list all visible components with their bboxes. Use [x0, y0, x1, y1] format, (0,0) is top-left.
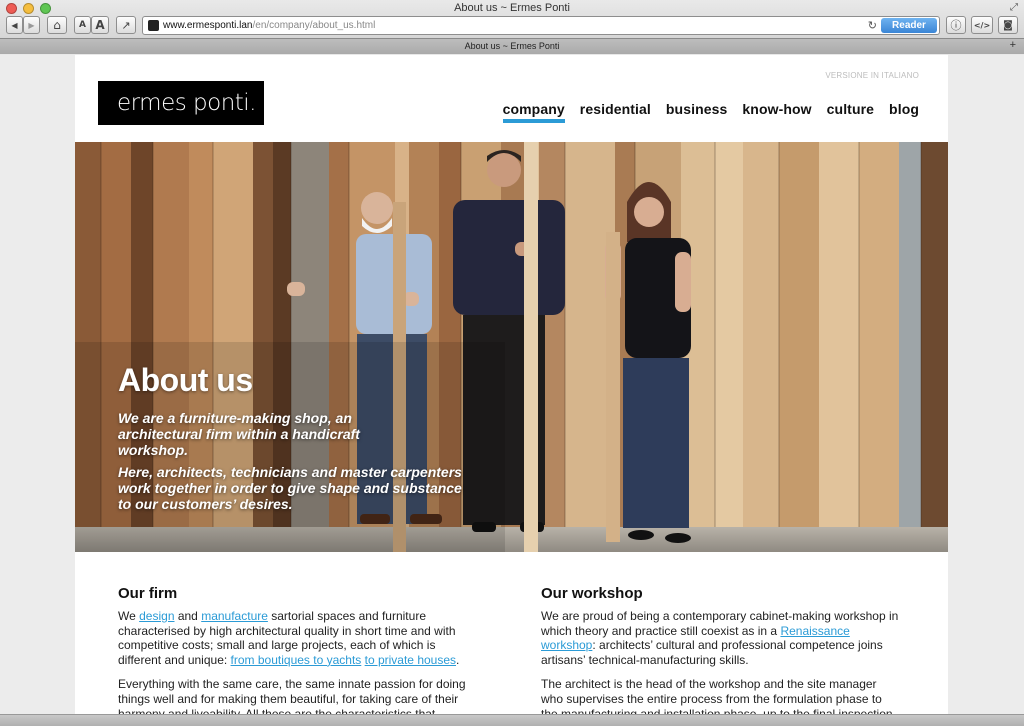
reload-icon[interactable]: ↻ [868, 19, 877, 32]
hero-description-text: Here, architects, technicians and master… [118, 464, 462, 512]
language-switch-link[interactable]: VERSIONE IN ITALIANO [825, 71, 919, 80]
browser-viewport: ermes ponti. VERSIONE IN ITALIANO compan… [0, 55, 1024, 714]
tab-active[interactable]: About us ~ Ermes Ponti [0, 41, 1024, 51]
nav-item-business[interactable]: business [666, 101, 728, 123]
window-title: About us ~ Ermes Ponti [454, 2, 570, 14]
address-bar[interactable]: www.ermesponti.lan /en/company/about_us.… [142, 16, 940, 35]
hero-title: About us [118, 362, 253, 398]
forward-button[interactable]: ▶ [23, 16, 40, 34]
window-bottom-edge [0, 714, 1024, 726]
text-bigger-icon: A [95, 18, 105, 32]
hero-intro-text: We are a furniture-making shop, an archi… [118, 410, 360, 458]
our-firm-paragraph-2: Everything with the same care, the same … [118, 677, 466, 714]
text-fragment: : architects’ cultural and professional … [541, 638, 883, 667]
nav-item-culture[interactable]: culture [827, 101, 874, 123]
design-link[interactable]: design [139, 609, 174, 623]
manufacture-link[interactable]: manufacture [201, 609, 268, 623]
home-button[interactable]: ⌂ [47, 16, 67, 34]
reader-button[interactable]: Reader [881, 18, 937, 33]
info-icon: ⓘ [950, 19, 962, 32]
nav-item-company[interactable]: company [502, 101, 565, 123]
main-nav: company residential business know-how cu… [502, 101, 919, 123]
site-logo[interactable]: ermes ponti. [98, 81, 264, 125]
web-inspector-button[interactable]: </> [971, 16, 993, 34]
section-heading-our-firm: Our firm [118, 585, 178, 602]
screenshot-button[interactable]: ◙ [998, 16, 1018, 34]
section-heading-our-workshop: Our workshop [541, 585, 643, 602]
our-firm-paragraph-1: We design and manufacture sartorial spac… [118, 609, 478, 667]
share-icon: ↗ [121, 18, 131, 32]
browser-chrome: About us ~ Ermes Ponti ⤢ ◀ ▶ ⌂ A A ↗ www… [0, 0, 1024, 54]
section-our-workshop: Our workshop We are proud of being a con… [541, 585, 901, 714]
url-path: /en/company/about_us.html [252, 20, 376, 31]
our-workshop-paragraph-2: The architect is the head of the worksho… [541, 677, 893, 714]
text-smaller-button[interactable]: A [74, 16, 91, 34]
text-bigger-button[interactable]: A [91, 16, 109, 34]
text-smaller-icon: A [79, 20, 86, 30]
back-icon: ◀ [11, 20, 18, 30]
code-icon: </> [973, 20, 991, 30]
private-houses-link[interactable]: to private houses [365, 653, 456, 667]
new-tab-icon[interactable]: + [1010, 39, 1016, 51]
text-fragment: and [174, 609, 202, 623]
home-icon: ⌂ [53, 18, 61, 32]
section-our-firm: Our firm We design and manufacture sarto… [118, 585, 478, 714]
tab-bar: About us ~ Ermes Ponti + [0, 38, 1024, 54]
our-workshop-paragraph-1: We are proud of being a contemporary cab… [541, 609, 901, 667]
info-button[interactable]: ⓘ [946, 16, 966, 34]
url-host: www.ermesponti.lan [163, 20, 253, 31]
browser-toolbar: ◀ ▶ ⌂ A A ↗ www.ermesponti.lan /en/compa… [0, 16, 1024, 36]
text-fragment: We [118, 609, 140, 623]
site-favicon-icon [148, 20, 159, 31]
camera-icon: ◙ [1003, 19, 1013, 31]
nav-item-residential[interactable]: residential [580, 101, 651, 123]
forward-icon: ▶ [28, 20, 35, 30]
boutiques-to-yachts-link[interactable]: from boutiques to yachts [231, 653, 362, 667]
nav-item-blog[interactable]: blog [889, 101, 919, 123]
page-container: ermes ponti. VERSIONE IN ITALIANO compan… [75, 55, 948, 714]
back-button[interactable]: ◀ [6, 16, 23, 34]
share-button[interactable]: ↗ [116, 16, 136, 34]
text-fragment: . [456, 652, 460, 667]
nav-item-know-how[interactable]: know-how [742, 101, 811, 123]
fullscreen-icon[interactable]: ⤢ [1010, 2, 1018, 13]
hero-banner: About us We are a furniture-making shop,… [75, 142, 948, 552]
